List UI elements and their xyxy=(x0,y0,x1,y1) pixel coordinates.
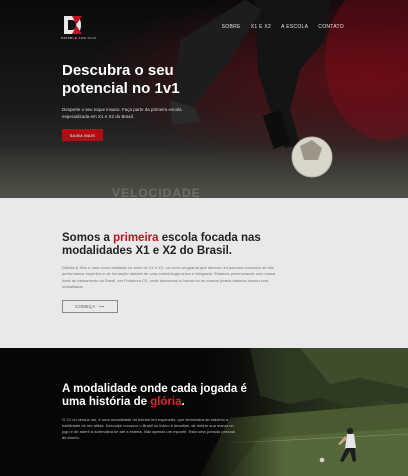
modality-title-post: . xyxy=(181,396,185,408)
main-nav: SOBRE X1 E X2 A ESCOLA CONTATO xyxy=(222,24,344,30)
saiba-mais-button[interactable]: SAIBA MAIS xyxy=(62,129,103,141)
about-title: Somos a primeira escola focada nas modal… xyxy=(62,232,292,258)
comeca-button-label: COMEÇA xyxy=(75,304,96,309)
arrow-right-icon: ⟶ xyxy=(98,304,105,309)
hero-subtitle: Desperte o seu toque insano. Faça parte … xyxy=(62,107,182,119)
modality-section: A modalidade onde cada jogada é uma hist… xyxy=(0,348,408,476)
comeca-button[interactable]: COMEÇA ⟶ xyxy=(62,300,118,313)
nav-item-contato[interactable]: CONTATO xyxy=(318,24,344,30)
about-body: Dribble & Kick é uma nova realidade no s… xyxy=(62,265,276,290)
about-section: Somos a primeira escola focada nas modal… xyxy=(0,198,408,348)
hero-section: DRIBBLE AND KICK SOBRE X1 E X2 A ESCOLA … xyxy=(0,0,408,198)
modality-title: A modalidade onde cada jogada é uma hist… xyxy=(62,383,252,409)
modality-body: O X1 ou versus um, é uma modalidade do f… xyxy=(62,417,235,440)
landing-page: DRIBBLE AND KICK SOBRE X1 E X2 A ESCOLA … xyxy=(0,0,408,476)
brand-tagline: DRIBBLE AND KICK xyxy=(61,36,97,40)
modality-title-highlight: glória xyxy=(150,396,182,408)
nav-item-escola[interactable]: A ESCOLA xyxy=(281,24,308,30)
about-title-highlight: primeira xyxy=(113,232,159,244)
nav-item-x1-x2[interactable]: X1 E X2 xyxy=(251,24,271,30)
hero-title: Descubra o seu potencial no 1v1 xyxy=(62,62,180,97)
nav-item-sobre[interactable]: SOBRE xyxy=(222,24,241,30)
about-title-pre: Somos a xyxy=(62,232,114,244)
hero-faded-text: VELOCIDADE xyxy=(112,186,201,198)
field-player-image xyxy=(0,348,408,476)
